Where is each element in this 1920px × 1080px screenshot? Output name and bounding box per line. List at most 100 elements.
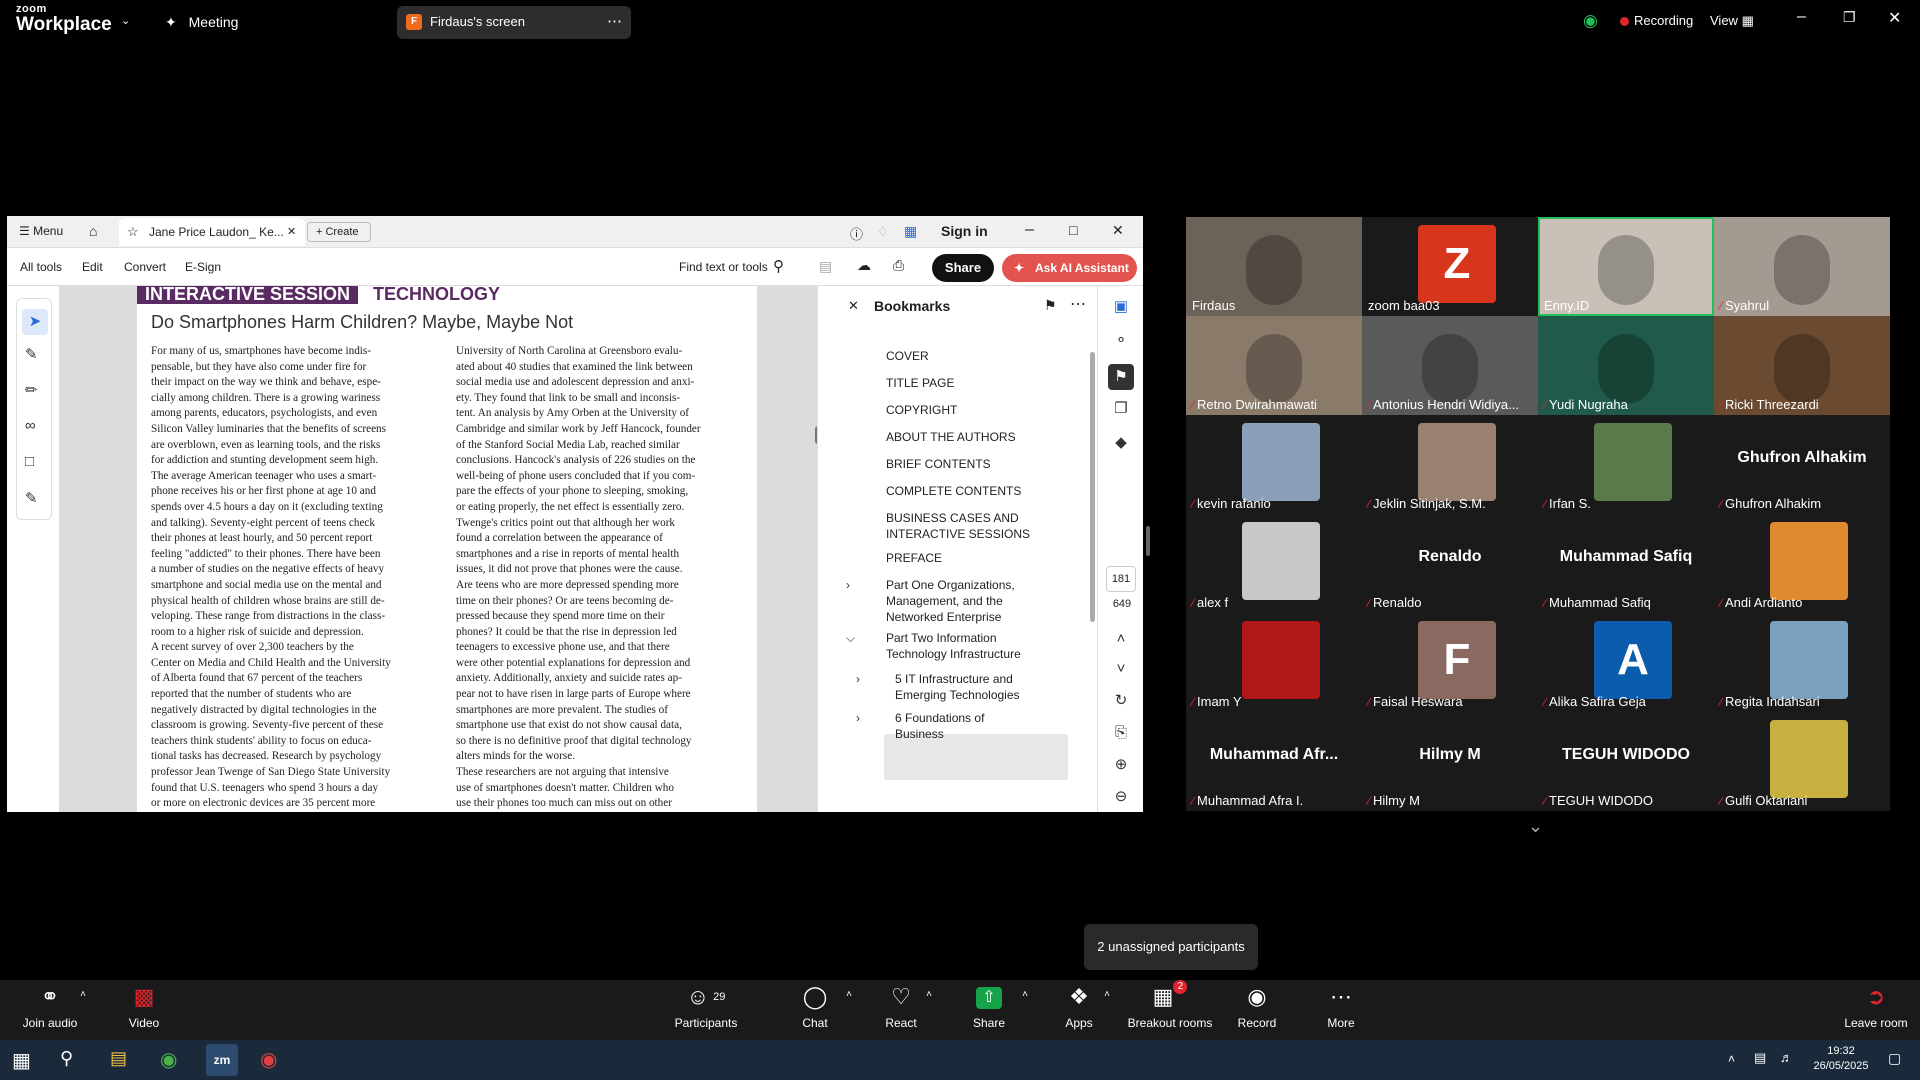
participant-tile[interactable]: ∕ Syahrul xyxy=(1714,217,1890,316)
sign-in-button[interactable]: Sign in xyxy=(941,223,988,239)
bookmark-item[interactable]: COMPLETE CONTENTS xyxy=(886,483,1036,499)
bookmarks-scrollbar[interactable] xyxy=(1090,352,1095,622)
participant-tile[interactable]: Muhammad Afr... ∕ Muhammad Afra I. xyxy=(1186,712,1362,811)
chevron-right-icon[interactable]: › xyxy=(846,578,850,592)
react-options-caret[interactable]: ˄ xyxy=(922,980,936,1040)
print-icon[interactable]: ⎙ xyxy=(893,257,904,274)
participant-tile[interactable]: ∕ alex f xyxy=(1186,514,1362,613)
tray-chevron-up-icon[interactable]: ˄ xyxy=(1728,1052,1735,1066)
pdf-share-button[interactable]: Share xyxy=(932,254,994,282)
bookmark-item[interactable]: ABOUT THE AUTHORS xyxy=(886,429,1036,445)
participant-tile[interactable]: Muhammad Safiq ∕ Muhammad Safiq xyxy=(1538,514,1714,613)
layers-icon[interactable]: ◆ xyxy=(1112,434,1130,452)
clock[interactable]: 19:32 26/05/2025 xyxy=(1804,1044,1878,1074)
file-explorer-icon[interactable]: ▤ xyxy=(110,1048,127,1069)
volume-icon[interactable]: ♬ xyxy=(1780,1050,1793,1065)
zoom-app-icon[interactable]: zm xyxy=(206,1044,238,1076)
home-icon[interactable]: ⌂ xyxy=(89,223,97,239)
ask-ai-assistant-button[interactable]: ✦ Ask AI Assistant xyxy=(1002,254,1137,282)
more-button[interactable]: ⋯ More xyxy=(1316,980,1366,1040)
esign-menu[interactable]: E-Sign xyxy=(185,260,221,274)
screen-share-pill[interactable]: F Firdaus's screen ⋯ xyxy=(397,6,631,39)
participant-tile[interactable]: TEGUH WIDODO ∕ TEGUH WIDODO xyxy=(1538,712,1714,811)
participant-tile[interactable]: ∕ Ricki Threezardi xyxy=(1714,316,1890,415)
zoom-out-icon[interactable]: ⊖ xyxy=(1112,788,1130,806)
chevron-down-icon[interactable]: ˅ xyxy=(1112,660,1130,678)
more-options-icon[interactable]: ⋯ xyxy=(1070,294,1086,314)
audio-options-caret[interactable]: ˄ xyxy=(76,980,90,1040)
close-tab-icon[interactable]: ✕ xyxy=(287,218,296,246)
window-minimize-icon[interactable]: – xyxy=(1025,221,1034,239)
page-number-input[interactable]: 181 xyxy=(1106,566,1136,592)
bookmark-item[interactable]: 6 Foundations of Business xyxy=(895,710,1035,742)
leave-room-button[interactable]: ➲ Leave room xyxy=(1836,980,1916,1040)
chrome-icon[interactable]: ◉ xyxy=(160,1047,177,1072)
upload-cloud-icon[interactable]: ☁ xyxy=(857,257,871,274)
bell-icon[interactable]: ♢ xyxy=(877,224,889,240)
pages-icon[interactable]: ❐ xyxy=(1112,400,1130,418)
minimize-icon[interactable]: – xyxy=(1797,8,1806,26)
record-button[interactable]: ◉ Record xyxy=(1232,980,1282,1040)
apps-grid-icon[interactable]: ▦ xyxy=(904,223,917,240)
participant-tile[interactable]: Hilmy M ∕ Hilmy M xyxy=(1362,712,1538,811)
bookmark-item[interactable]: PREFACE xyxy=(886,550,1036,566)
participant-tile[interactable]: Renaldo ∕ Renaldo xyxy=(1362,514,1538,613)
share-options-caret[interactable]: ˄ xyxy=(1018,980,1032,1040)
chat-options-caret[interactable]: ˄ xyxy=(842,980,856,1040)
gallery-chevron-down-icon[interactable]: ⌄ xyxy=(1528,816,1543,837)
chevron-right-icon[interactable]: › xyxy=(856,711,860,725)
participant-tile[interactable]: Ghufron Alhakim ∕ Ghufron Alhakim xyxy=(1714,415,1890,514)
view-button[interactable]: View ▦ xyxy=(1710,13,1754,29)
comment-icon[interactable]: ⚬ xyxy=(1112,332,1130,350)
bookmark-panel-icon[interactable]: ⚑ xyxy=(1108,364,1134,390)
document-tab[interactable]: ☆ Jane Price Laudon_ Ke... ✕ xyxy=(119,218,305,246)
breakout-rooms-button[interactable]: ▦ 2 Breakout rooms xyxy=(1124,980,1216,1040)
chevron-up-icon[interactable]: ˄ xyxy=(1112,630,1130,648)
participant-tile[interactable]: ∕ Retno Dwirahmawati xyxy=(1186,316,1362,415)
meeting-menu[interactable]: ✦ Meeting xyxy=(165,14,238,31)
participant-tile[interactable]: A ∕ Alika Safira Geja xyxy=(1538,613,1714,712)
comment-add-icon[interactable]: ✎ xyxy=(25,345,38,363)
participant-tile[interactable]: ∕ Jeklin Sitinjak, S.M. xyxy=(1362,415,1538,514)
windows-start-icon[interactable]: ▦ xyxy=(12,1048,31,1073)
network-icon[interactable]: ▤ xyxy=(1754,1050,1766,1066)
find-tools-input[interactable]: Find text or tools xyxy=(679,260,768,274)
participant-tile[interactable]: ∕ Antonius Hendri Widiya... xyxy=(1362,316,1538,415)
apps-options-caret[interactable]: ˄ xyxy=(1100,980,1114,1040)
participant-tile[interactable]: Firdaus xyxy=(1186,217,1362,316)
participant-tile[interactable]: ∕ Regita Indahsari xyxy=(1714,613,1890,712)
bookmark-item[interactable]: 5 IT Infrastructure and Emerging Technol… xyxy=(895,671,1035,703)
all-tools-menu[interactable]: All tools xyxy=(20,260,62,274)
bookmark-item[interactable]: TITLE PAGE xyxy=(886,375,1036,391)
chevron-right-icon[interactable]: › xyxy=(856,672,860,686)
participant-tile[interactable]: Zzoom baa03 xyxy=(1362,217,1538,316)
participant-tile[interactable]: F ∕ Faisal Heswara xyxy=(1362,613,1538,712)
notification-icon[interactable]: ▢ xyxy=(1888,1050,1901,1067)
split-view-handle[interactable] xyxy=(1146,526,1150,556)
draw-icon[interactable]: ∞ xyxy=(25,417,36,434)
participant-tile[interactable]: ∕ Irfan S. xyxy=(1538,415,1714,514)
participant-tile[interactable]: ∕ Gulfi Oktariani xyxy=(1714,712,1890,811)
chevron-down-icon[interactable]: ⌄ xyxy=(121,14,130,27)
participant-tile[interactable]: Enny.ID xyxy=(1538,217,1714,316)
save-icon[interactable]: ▤ xyxy=(819,258,832,275)
refresh-icon[interactable]: ↻ xyxy=(1112,692,1130,710)
video-button[interactable]: ▩ Video xyxy=(112,980,176,1040)
participant-tile[interactable]: ∕ Imam Y xyxy=(1186,613,1362,712)
restore-icon[interactable]: ❐ xyxy=(1843,9,1856,26)
apps-button[interactable]: ❖ Apps xyxy=(1054,980,1104,1040)
bookmark-item[interactable]: BUSINESS CASES AND INTERACTIVE SESSIONS xyxy=(886,510,1036,542)
participant-tile[interactable]: ∕ Andi Ardianto xyxy=(1714,514,1890,613)
bookmark-item[interactable]: Part One Organizations, Management, and … xyxy=(886,577,1036,625)
export-icon[interactable]: ⎘ xyxy=(1112,724,1130,742)
chrome-profile-icon[interactable]: ◉ xyxy=(260,1047,277,1072)
edit-menu[interactable]: Edit xyxy=(82,260,103,274)
close-panel-icon[interactable]: ✕ xyxy=(848,298,859,314)
create-button[interactable]: + Create xyxy=(307,222,371,242)
select-cursor-icon[interactable]: ➤ xyxy=(22,309,48,335)
highlight-icon[interactable]: ✏ xyxy=(25,381,38,399)
participants-button[interactable]: ☺ 29 Participants xyxy=(666,980,746,1040)
more-options-icon[interactable]: ⋯ xyxy=(607,12,622,30)
search-icon[interactable]: ⚲ xyxy=(773,257,784,275)
share-button[interactable]: ⇧ Share xyxy=(964,980,1014,1040)
